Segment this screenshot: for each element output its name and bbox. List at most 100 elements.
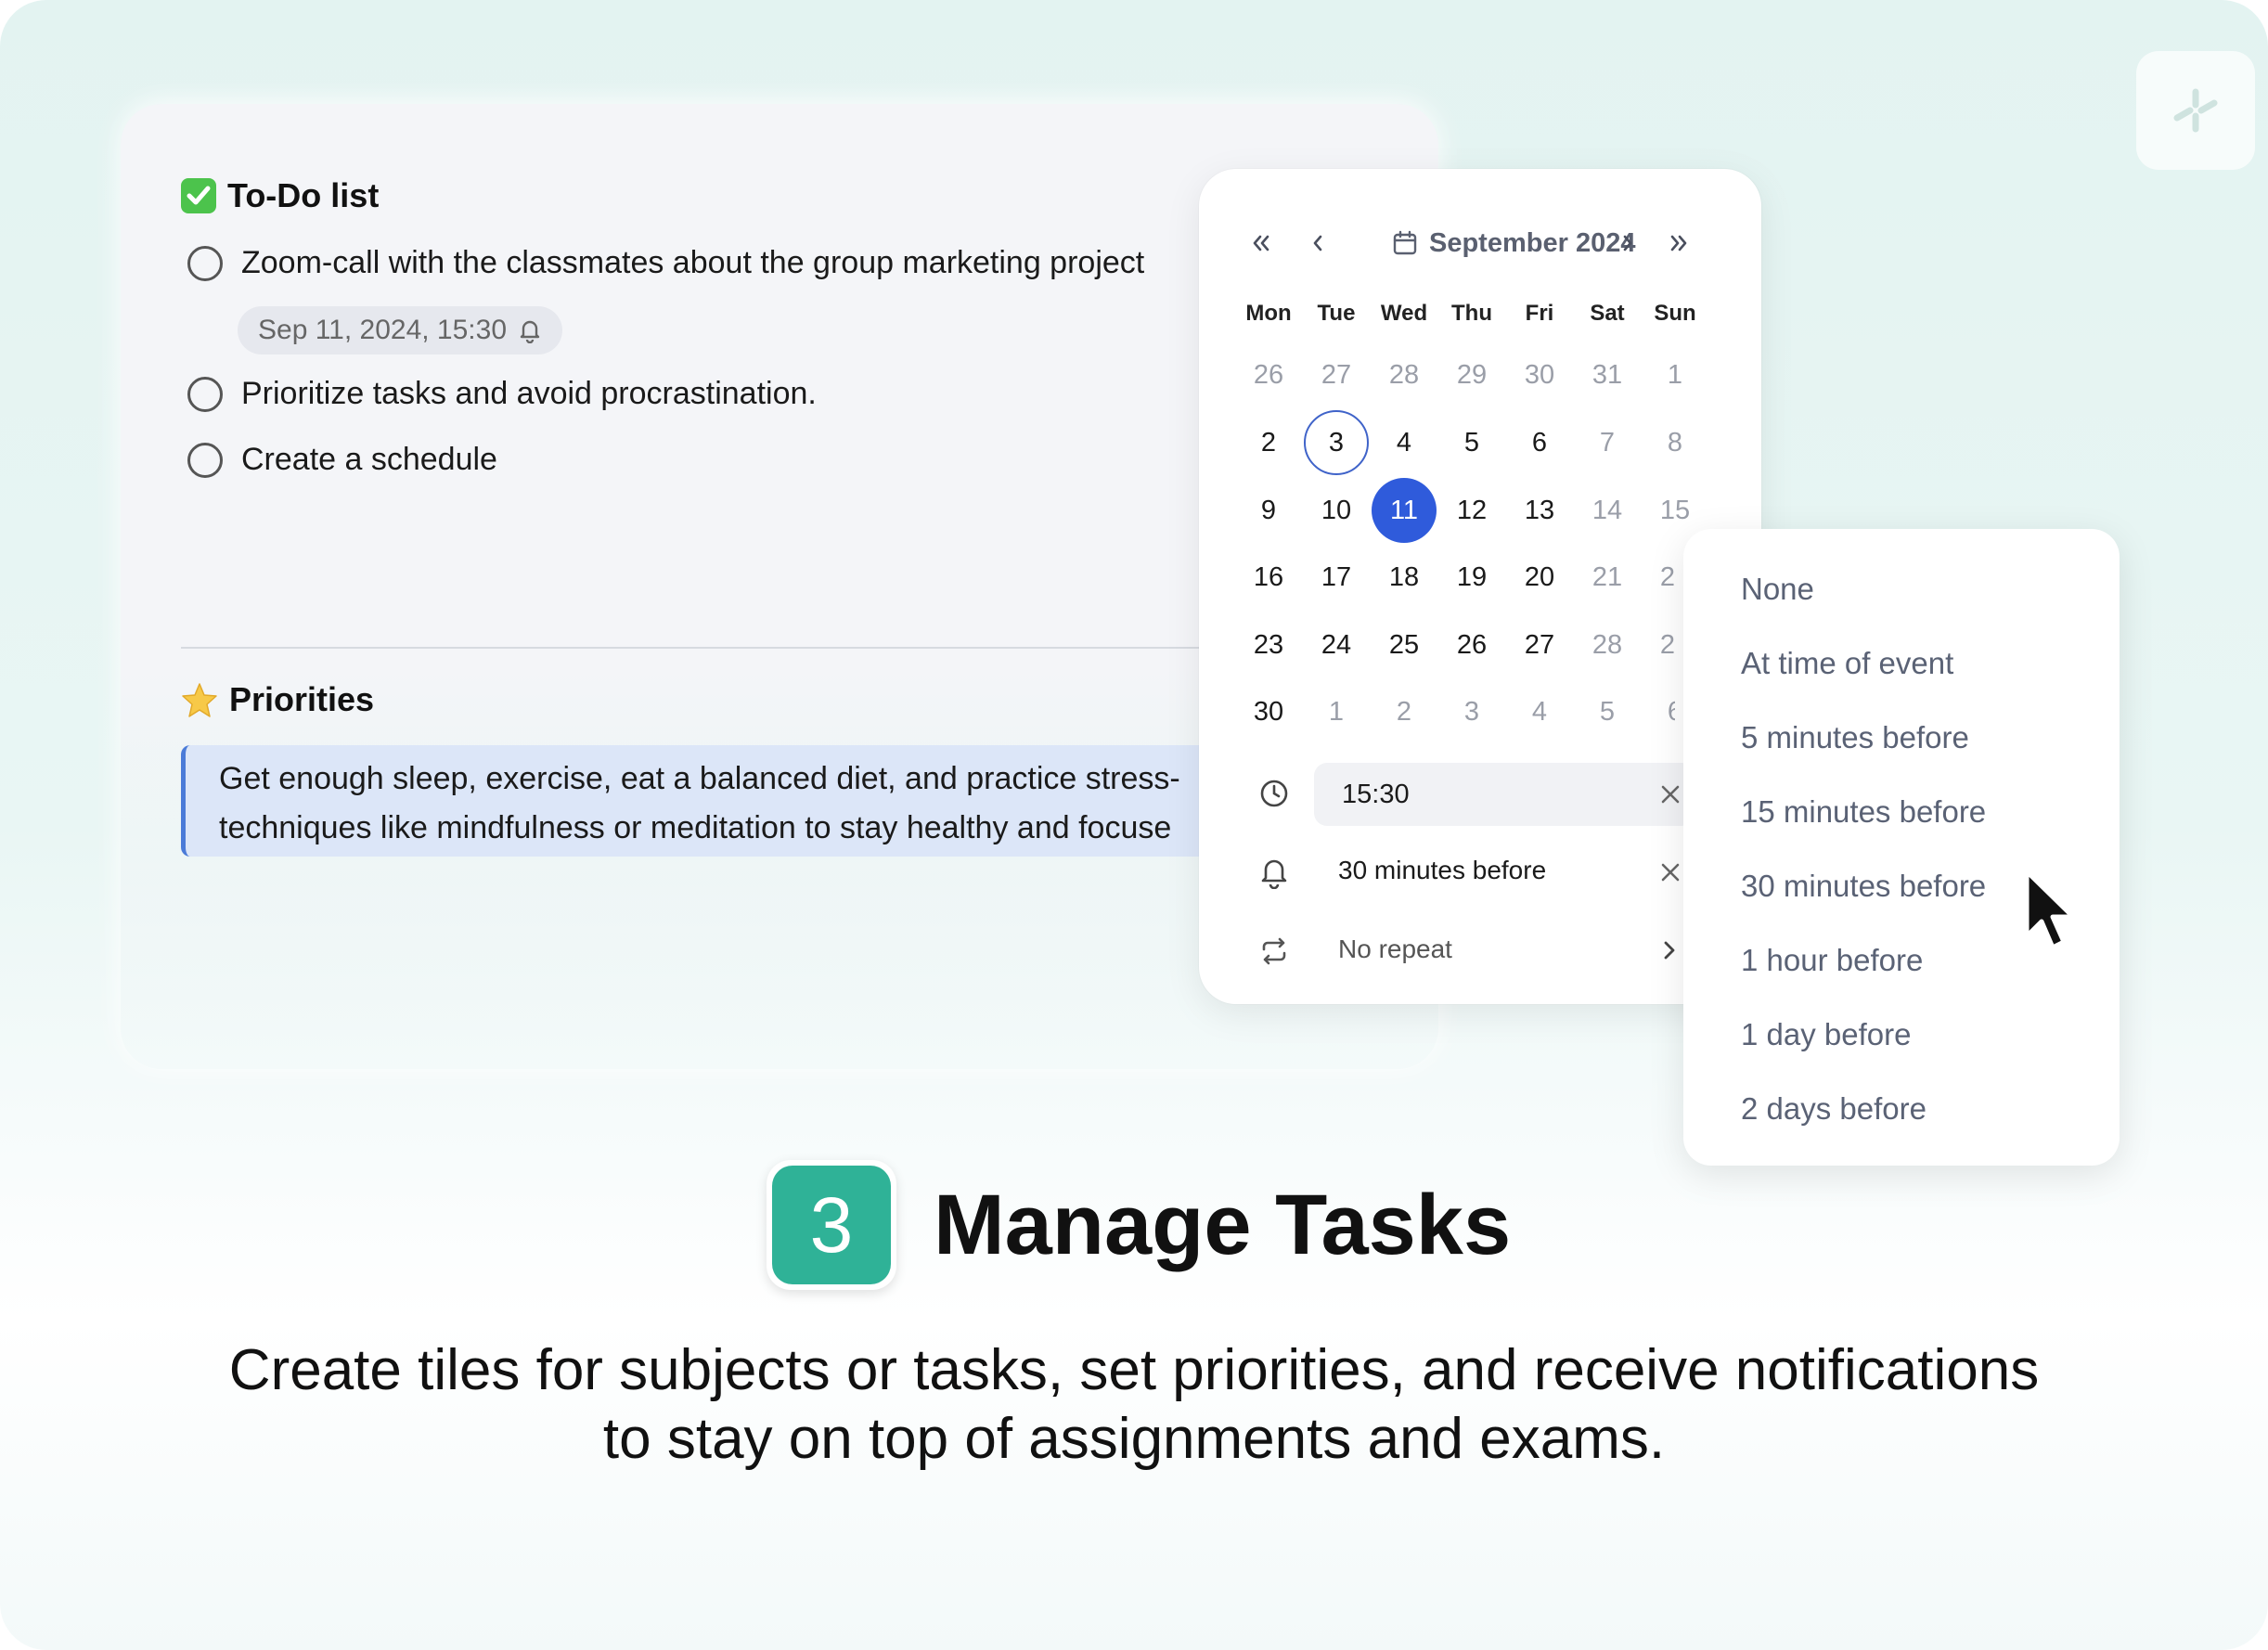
priorities-line: techniques like mindfulness or meditatio…: [219, 810, 1172, 845]
reminder-chip[interactable]: Sep 11, 2024, 15:30: [238, 306, 563, 354]
step-description-line: to stay on top of assignments and exams.: [602, 1407, 1666, 1471]
calendar-day[interactable]: 13: [1507, 478, 1572, 543]
app-logo: [2136, 51, 2255, 170]
calendar-day[interactable]: 18: [1372, 545, 1437, 610]
calendar-day[interactable]: 6: [1507, 410, 1572, 475]
calendar-day[interactable]: 28: [1575, 612, 1640, 677]
time-value: 15:30: [1342, 779, 1410, 809]
task-checkbox[interactable]: [187, 376, 223, 412]
calendar-day[interactable]: 17: [1304, 545, 1369, 610]
reminder-field[interactable]: 30 minutes before: [1338, 856, 1546, 885]
calendar-nav: September 2024: [1199, 220, 1761, 266]
calendar-day[interactable]: 3: [1304, 410, 1369, 475]
reminder-option[interactable]: 1 hour before: [1741, 943, 1923, 978]
todo-title: To-Do list: [227, 176, 380, 214]
task-text: Create a schedule: [241, 442, 497, 477]
calendar-day[interactable]: 5: [1575, 679, 1640, 744]
priorities-heading: Priorities: [181, 680, 374, 719]
priorities-title: Priorities: [229, 680, 375, 718]
prev-year-button[interactable]: [1250, 220, 1272, 266]
clock-icon: [1260, 780, 1288, 807]
weekday-label: Sat: [1590, 301, 1625, 326]
weekday-label: Tue: [1317, 301, 1356, 326]
calendar-day[interactable]: 16: [1236, 545, 1301, 610]
clear-reminder-icon[interactable]: [1657, 859, 1683, 885]
calendar-day[interactable]: 10: [1304, 478, 1369, 543]
reminder-option[interactable]: 5 minutes before: [1741, 720, 1969, 755]
step-number: 3: [772, 1166, 891, 1284]
month-label[interactable]: September 2024: [1392, 220, 1635, 266]
calendar-day[interactable]: 1: [1304, 679, 1369, 744]
calendar-day[interactable]: 4: [1507, 679, 1572, 744]
calendar-day[interactable]: 19: [1439, 545, 1504, 610]
calendar-day[interactable]: 7: [1575, 410, 1640, 475]
calendar-day[interactable]: 30: [1236, 679, 1301, 744]
calendar-day[interactable]: 4: [1372, 410, 1437, 475]
reminder-option[interactable]: At time of event: [1741, 646, 1953, 681]
task-checkbox[interactable]: [187, 245, 223, 281]
reminder-option[interactable]: 15 minutes before: [1741, 794, 1986, 830]
task-checkbox[interactable]: [187, 442, 223, 478]
calendar-day[interactable]: 24: [1304, 612, 1369, 677]
weekday-label: Sun: [1654, 301, 1696, 326]
priorities-note[interactable]: Get enough sleep, exercise, eat a balanc…: [181, 745, 1239, 857]
step-title: Manage Tasks: [934, 1178, 1512, 1272]
reminder-option[interactable]: 1 day before: [1741, 1017, 1911, 1052]
calendar-day[interactable]: 31: [1575, 342, 1640, 407]
reminder-option[interactable]: 2 days before: [1741, 1091, 1927, 1127]
calendar-day[interactable]: 8: [1643, 410, 1707, 475]
time-field[interactable]: 15:30: [1314, 763, 1695, 826]
calendar-day[interactable]: 29: [1439, 342, 1504, 407]
weekday-label: Wed: [1380, 301, 1428, 326]
calendar-day[interactable]: 1: [1643, 342, 1707, 407]
bell-icon: [520, 320, 540, 343]
calendar-day[interactable]: 12: [1439, 478, 1504, 543]
calendar-day[interactable]: 26: [1439, 612, 1504, 677]
calendar-day[interactable]: 30: [1507, 342, 1572, 407]
reminder-option[interactable]: 30 minutes before: [1741, 869, 1986, 904]
calendar-day[interactable]: 9: [1236, 478, 1301, 543]
calendar-day[interactable]: 27: [1304, 342, 1369, 407]
task-text: Prioritize tasks and avoid procrastinati…: [241, 376, 817, 411]
calendar-day[interactable]: 25: [1372, 612, 1437, 677]
reminder-option[interactable]: None: [1741, 572, 1814, 607]
task-item[interactable]: Prioritize tasks and avoid procrastinati…: [187, 376, 817, 412]
next-month-button[interactable]: [1618, 220, 1637, 266]
calendar-day[interactable]: 2: [1372, 679, 1437, 744]
calendar-day[interactable]: 26: [1236, 342, 1301, 407]
check-mark-icon: [181, 178, 216, 213]
step-description: Create tiles for subjects or tasks, set …: [0, 1336, 2268, 1474]
step-badge: 3: [767, 1160, 896, 1290]
calendar-icon: [1393, 230, 1417, 255]
calendar-day[interactable]: 11: [1372, 478, 1437, 543]
calendar-day[interactable]: 14: [1575, 478, 1640, 543]
double-chevron-left-icon: [1253, 235, 1269, 251]
priorities-line: Get enough sleep, exercise, eat a balanc…: [219, 761, 1180, 796]
calendar-day[interactable]: 27: [1507, 612, 1572, 677]
next-year-button[interactable]: [1668, 220, 1690, 266]
chevron-right-icon[interactable]: [1657, 937, 1682, 963]
reminder-chip-text: Sep 11, 2024, 15:30: [258, 315, 508, 345]
double-chevron-right-icon: [1670, 235, 1687, 251]
calendar-day[interactable]: 20: [1507, 545, 1572, 610]
calendar-day[interactable]: 28: [1372, 342, 1437, 407]
bell-icon: [1261, 859, 1287, 889]
repeat-icon: [1262, 937, 1286, 965]
calendar-day[interactable]: 5: [1439, 410, 1504, 475]
promo-frame: To-Do list Zoom-call with the classmates…: [0, 0, 2268, 1650]
task-text: Zoom-call with the classmates about the …: [241, 245, 1145, 280]
calendar-day[interactable]: 21: [1575, 545, 1640, 610]
section-divider: [181, 647, 1239, 649]
mouse-cursor-icon: [2024, 869, 2076, 950]
calendar-day[interactable]: 2: [1236, 410, 1301, 475]
repeat-field[interactable]: No repeat: [1338, 935, 1452, 964]
task-item[interactable]: Create a schedule: [187, 442, 497, 478]
calendar-day[interactable]: 23: [1236, 612, 1301, 677]
task-item[interactable]: Zoom-call with the classmates about the …: [187, 245, 1144, 281]
todo-heading: To-Do list: [181, 176, 379, 215]
clear-time-icon[interactable]: [1657, 781, 1683, 807]
calendar-day[interactable]: 3: [1439, 679, 1504, 744]
prev-month-button[interactable]: [1308, 220, 1327, 266]
step-description-line: Create tiles for subjects or tasks, set …: [228, 1338, 2040, 1402]
chevron-left-icon: [1313, 235, 1322, 251]
